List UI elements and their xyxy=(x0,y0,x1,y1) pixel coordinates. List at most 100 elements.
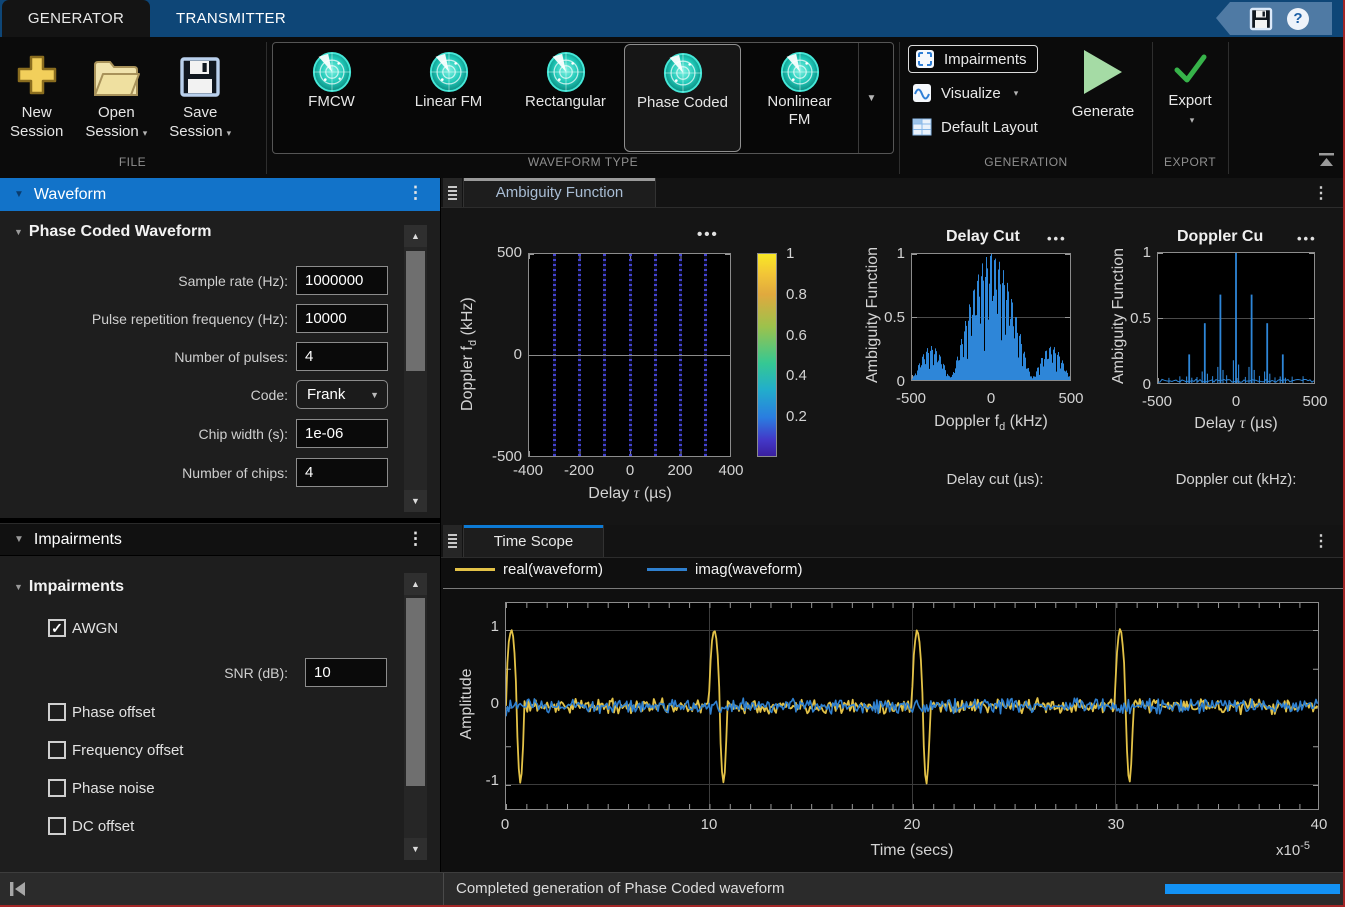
scroll-up-icon[interactable]: ▲ xyxy=(411,231,420,241)
chip-width-input[interactable] xyxy=(296,419,388,448)
x-tick: 10 xyxy=(679,816,739,833)
time-scope-plot xyxy=(506,603,1318,809)
new-session-button[interactable]: New Session xyxy=(10,45,63,143)
tab-ambiguity-function[interactable]: Ambiguity Function xyxy=(463,178,656,207)
waveform-type-gallery: FMCW Linear FM Rectangular Phase Coded N… xyxy=(272,42,894,154)
impairments-panel-header[interactable]: ▼ Impairments ⋮ xyxy=(0,523,440,556)
gallery-item-nonlinear-fm[interactable]: Nonlinear FM xyxy=(741,44,858,152)
time-scope-axes[interactable] xyxy=(505,602,1319,810)
collapse-triangle-icon: ▼ xyxy=(14,227,23,237)
ribbon-divider xyxy=(266,42,267,174)
visualize-button[interactable]: Visualize ▾ xyxy=(912,83,1018,103)
impairments-section-header[interactable]: ▼ Impairments xyxy=(14,578,124,596)
waveform-icon xyxy=(912,83,932,103)
app-window: GENERATOR TRANSMITTER ? New Session xyxy=(0,0,1345,907)
tab-ambiguity-label: Ambiguity Function xyxy=(496,184,624,201)
num-pulses-input[interactable] xyxy=(296,342,388,371)
x-tick: 0 xyxy=(961,390,1021,407)
save-icon[interactable] xyxy=(1249,7,1273,31)
save-session-button[interactable]: Save Session▾ xyxy=(169,45,231,143)
tab-transmitter[interactable]: TRANSMITTER xyxy=(150,0,312,37)
panel-menu-button[interactable] xyxy=(443,178,462,207)
kebab-menu-icon[interactable]: ⋮ xyxy=(407,183,424,203)
impairments-scrollbar[interactable]: ▲ ▼ xyxy=(404,573,427,860)
axes-toolbar-icon[interactable]: ••• xyxy=(697,226,719,243)
y-tick: 500 xyxy=(478,244,522,261)
default-layout-button[interactable]: Default Layout xyxy=(912,118,1038,136)
delay-cut-input-label: Delay cut (µs): xyxy=(895,471,1095,488)
legend-swatch-blue xyxy=(647,568,687,571)
scrollbar-thumb[interactable] xyxy=(406,251,425,371)
snr-label: SNR (dB): xyxy=(0,665,288,681)
waveform-panel-header[interactable]: ▼ Waveform ⋮ xyxy=(0,178,440,211)
delay-cut-axes[interactable] xyxy=(911,253,1071,381)
kebab-menu-icon[interactable]: ⋮ xyxy=(407,529,424,549)
kebab-menu-icon[interactable]: ⋮ xyxy=(1313,531,1329,551)
chevron-down-icon: ▾ xyxy=(227,128,232,138)
axes-toolbar-icon[interactable]: ••• xyxy=(1297,231,1317,246)
phase-noise-checkbox[interactable] xyxy=(48,779,66,797)
awgn-checkbox[interactable]: ✓ xyxy=(48,619,66,637)
scrollbar-thumb[interactable] xyxy=(406,598,425,786)
snr-input[interactable] xyxy=(305,658,387,687)
gallery-dropdown-button[interactable]: ▼ xyxy=(858,43,884,153)
ambiguity-heatmap-axes[interactable] xyxy=(528,253,731,457)
heatmap-y-axis-label: Doppler fd (kHz) xyxy=(459,254,479,454)
tab-generator-label: GENERATOR xyxy=(28,10,124,27)
visualize-label: Visualize xyxy=(941,85,1001,102)
prf-label: Pulse repetition frequency (Hz): xyxy=(0,311,288,327)
tab-time-scope[interactable]: Time Scope xyxy=(463,525,604,557)
sample-rate-input[interactable] xyxy=(296,266,388,295)
export-button[interactable]: Export ▾ xyxy=(1158,50,1222,126)
scroll-down-icon[interactable]: ▼ xyxy=(411,844,420,854)
doppler-cut-y-axis-label: Ambiguity Function xyxy=(1110,216,1128,416)
tab-generator[interactable]: GENERATOR xyxy=(2,0,150,37)
kebab-menu-icon[interactable]: ⋮ xyxy=(1313,183,1329,203)
impairments-panel-body: ▼ Impairments ✓ AWGN SNR (dB): Phase off… xyxy=(0,556,440,872)
num-chips-label: Number of chips: xyxy=(0,465,288,481)
axes-toolbar-icon[interactable]: ••• xyxy=(1047,231,1067,246)
num-chips-input[interactable] xyxy=(296,458,388,487)
ambiguity-tabstrip: Ambiguity Function ⋮ xyxy=(441,178,1345,208)
dc-offset-row: DC offset xyxy=(48,817,134,835)
help-icon[interactable]: ? xyxy=(1287,8,1309,30)
collapse-triangle-icon: ▼ xyxy=(14,189,24,200)
generate-button[interactable]: Generate xyxy=(1058,47,1148,120)
phase-coded-section-header[interactable]: ▼ Phase Coded Waveform xyxy=(14,223,211,241)
frequency-offset-checkbox[interactable] xyxy=(48,741,66,759)
x-tick: 0 xyxy=(475,816,535,833)
dc-offset-checkbox[interactable] xyxy=(48,817,66,835)
scroll-down-icon[interactable]: ▼ xyxy=(411,496,420,506)
dock-left-icon[interactable] xyxy=(9,881,27,897)
doppler-cut-axes[interactable] xyxy=(1157,252,1315,384)
hamburger-icon xyxy=(448,534,457,548)
code-dropdown[interactable]: Frank ▼ xyxy=(296,380,388,409)
x-tick: -500 xyxy=(881,390,941,407)
play-icon xyxy=(1080,47,1126,97)
prf-input[interactable] xyxy=(296,304,388,333)
code-row: Code: Frank ▼ xyxy=(0,380,404,409)
scroll-up-icon[interactable]: ▲ xyxy=(411,579,420,589)
new-session-line2: Session xyxy=(10,122,63,141)
gallery-item-linear-fm[interactable]: Linear FM xyxy=(390,44,507,152)
chevron-down-icon: ▼ xyxy=(370,390,379,400)
collapse-ribbon-button[interactable] xyxy=(1318,152,1335,168)
gallery-item-phase-coded[interactable]: Phase Coded xyxy=(624,44,741,152)
ribbon-divider xyxy=(899,42,900,174)
generation-section-label: GENERATION xyxy=(902,155,1150,175)
heatmap-x-axis-label: Delay τ (µs) xyxy=(530,485,730,503)
dc-offset-label: DC offset xyxy=(72,818,134,835)
radar-icon xyxy=(311,51,353,93)
delay-cut-plot xyxy=(912,254,1070,380)
waveform-scrollbar[interactable]: ▲ ▼ xyxy=(404,225,427,512)
chevron-down-icon: ▾ xyxy=(1190,115,1195,126)
gallery-label: FMCW xyxy=(308,93,355,111)
chip-width-row: Chip width (s): xyxy=(0,419,404,448)
gallery-item-fmcw[interactable]: FMCW xyxy=(273,44,390,152)
gallery-item-rectangular[interactable]: Rectangular xyxy=(507,44,624,152)
legend-label-imag: imag(waveform) xyxy=(695,561,803,578)
impairments-toggle-button[interactable]: Impairments xyxy=(908,45,1038,73)
panel-menu-button[interactable] xyxy=(443,525,462,557)
open-session-button[interactable]: Open Session▾ xyxy=(85,45,147,143)
phase-offset-checkbox[interactable] xyxy=(48,703,66,721)
